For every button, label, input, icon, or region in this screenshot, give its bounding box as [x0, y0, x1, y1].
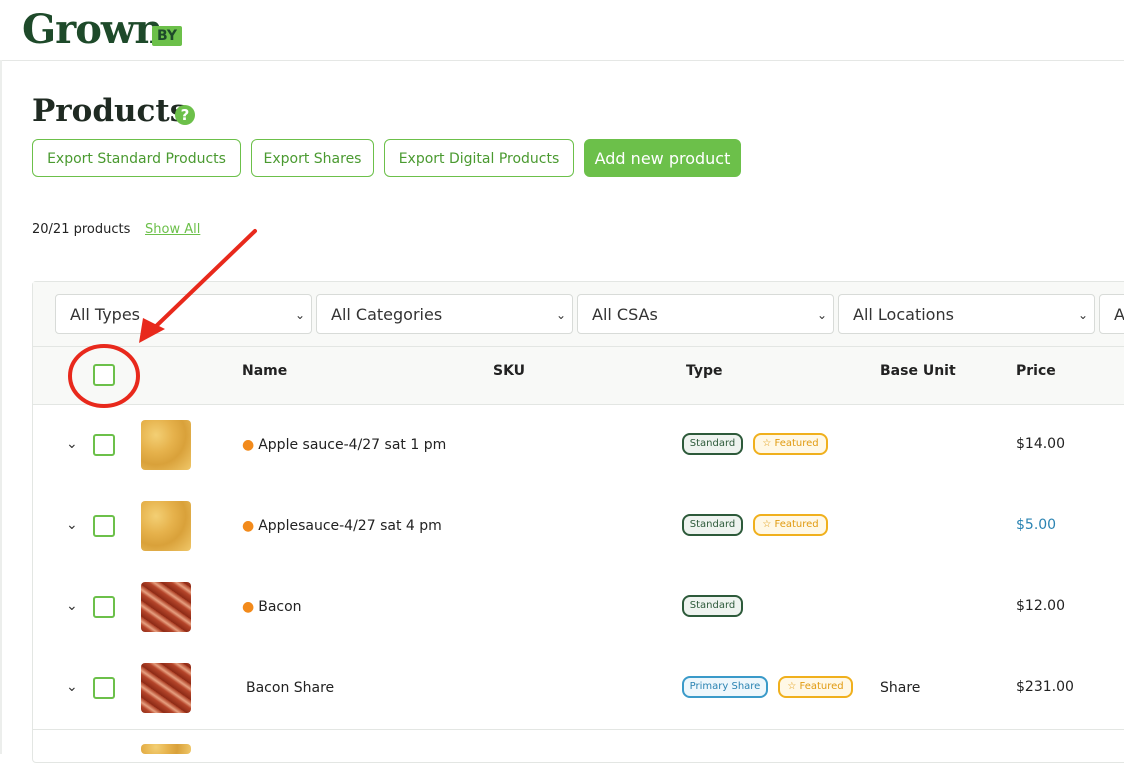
- location-filter-value: All Locations: [853, 305, 954, 324]
- category-filter-value: All Categories: [331, 305, 443, 324]
- product-price: $231.00: [1016, 679, 1074, 695]
- column-type[interactable]: Type: [686, 363, 723, 379]
- help-icon[interactable]: ?: [175, 105, 195, 125]
- type-badge: Primary Share: [682, 676, 768, 698]
- grownby-logo[interactable]: Grown: [22, 6, 163, 53]
- product-name[interactable]: ● Bacon: [242, 599, 302, 615]
- product-name[interactable]: Bacon Share: [246, 680, 334, 696]
- product-name-text: Apple sauce-4/27 sat 1 pm: [258, 437, 447, 453]
- select-all-checkbox[interactable]: [93, 364, 115, 386]
- featured-badge: ☆ Featured: [778, 676, 853, 698]
- type-filter-select[interactable]: All Types ⌄: [55, 294, 312, 334]
- csa-filter-select[interactable]: All CSAs ⌄: [577, 294, 834, 334]
- more-filter-value: A: [1114, 305, 1124, 324]
- product-name-text: Bacon: [258, 599, 302, 615]
- table-row[interactable]: [33, 648, 1124, 730]
- left-divider: [0, 60, 2, 754]
- carrot-icon: ●: [242, 437, 255, 453]
- star-icon: ☆: [762, 438, 775, 449]
- export-shares-button[interactable]: Export Shares: [251, 139, 374, 177]
- page-title: Products: [32, 93, 188, 129]
- expand-chevron-icon[interactable]: ⌄: [66, 517, 78, 533]
- featured-badge: ☆ Featured: [753, 514, 828, 536]
- carrot-icon: ●: [242, 599, 255, 615]
- product-price: $14.00: [1016, 436, 1065, 452]
- featured-badge-label: Featured: [774, 438, 819, 449]
- chevron-down-icon: ⌄: [1077, 308, 1088, 322]
- row-checkbox[interactable]: [93, 515, 115, 537]
- star-icon: ☆: [762, 519, 775, 530]
- type-badge: Standard: [682, 514, 743, 536]
- chevron-down-icon: ⌄: [816, 308, 827, 322]
- column-base-unit[interactable]: Base Unit: [880, 363, 956, 379]
- featured-badge: ☆ Featured: [753, 433, 828, 455]
- column-price[interactable]: Price: [1016, 363, 1056, 379]
- table-row[interactable]: [33, 486, 1124, 568]
- carrot-icon: ●: [242, 518, 255, 534]
- row-checkbox[interactable]: [93, 596, 115, 618]
- featured-badge-label: Featured: [799, 681, 844, 692]
- row-checkbox[interactable]: [93, 677, 115, 699]
- add-new-product-button[interactable]: Add new product: [584, 139, 741, 177]
- product-thumbnail[interactable]: [141, 744, 191, 754]
- top-bar: Grown BY: [0, 0, 1124, 61]
- row-checkbox[interactable]: [93, 434, 115, 456]
- type-badge: Standard: [682, 433, 743, 455]
- product-name-text: Applesauce-4/27 sat 4 pm: [258, 518, 442, 534]
- product-thumbnail[interactable]: [141, 663, 191, 713]
- type-badge: Standard: [682, 595, 743, 617]
- column-name[interactable]: Name: [242, 363, 287, 379]
- expand-chevron-icon[interactable]: ⌄: [66, 598, 78, 614]
- expand-chevron-icon[interactable]: ⌄: [66, 436, 78, 452]
- grownby-logo-badge: BY: [152, 26, 183, 46]
- product-price: $12.00: [1016, 598, 1065, 614]
- location-filter-select[interactable]: All Locations ⌄: [838, 294, 1095, 334]
- product-thumbnail[interactable]: [141, 420, 191, 470]
- chevron-down-icon: ⌄: [555, 308, 566, 322]
- star-icon: ☆: [787, 681, 800, 692]
- product-thumbnail[interactable]: [141, 582, 191, 632]
- product-price[interactable]: $5.00: [1016, 517, 1056, 533]
- table-row[interactable]: [33, 567, 1124, 649]
- product-count: 20/21 products: [32, 222, 131, 237]
- product-base-unit: Share: [880, 680, 921, 696]
- show-all-link[interactable]: Show All: [145, 222, 200, 237]
- product-name[interactable]: ● Applesauce-4/27 sat 4 pm: [242, 518, 442, 534]
- chevron-down-icon: ⌄: [294, 308, 305, 322]
- column-sku[interactable]: SKU: [493, 363, 525, 379]
- category-filter-select[interactable]: All Categories ⌄: [316, 294, 573, 334]
- product-thumbnail[interactable]: [141, 501, 191, 551]
- expand-chevron-icon[interactable]: ⌄: [66, 679, 78, 695]
- table-header: [33, 347, 1124, 405]
- type-filter-value: All Types: [70, 305, 141, 324]
- more-filter-select[interactable]: A: [1099, 294, 1124, 334]
- export-standard-products-button[interactable]: Export Standard Products: [32, 139, 241, 177]
- table-row[interactable]: [33, 405, 1124, 487]
- product-name[interactable]: ● Apple sauce-4/27 sat 1 pm: [242, 437, 446, 453]
- featured-badge-label: Featured: [774, 519, 819, 530]
- csa-filter-value: All CSAs: [592, 305, 658, 324]
- export-digital-products-button[interactable]: Export Digital Products: [384, 139, 574, 177]
